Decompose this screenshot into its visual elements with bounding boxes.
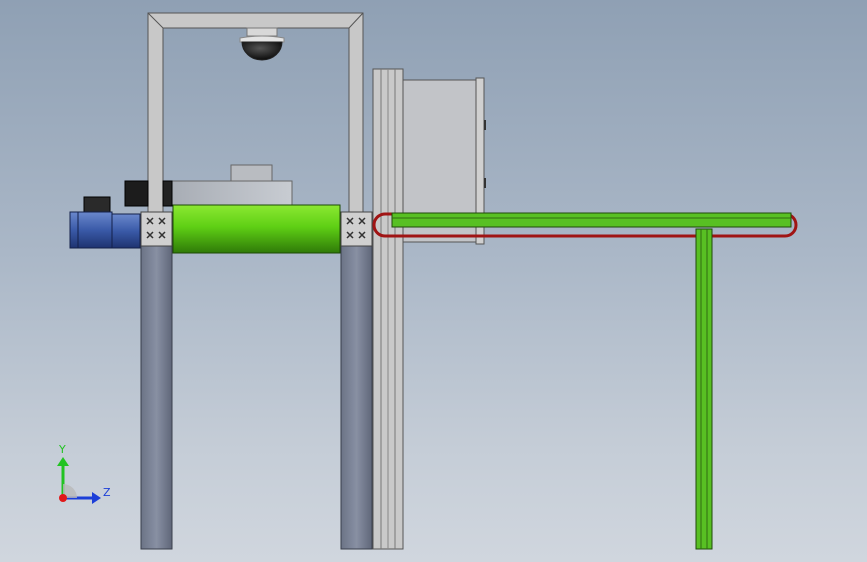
y-axis-arrowhead bbox=[57, 457, 69, 466]
y-axis-label: Y bbox=[59, 443, 66, 456]
conveyor-legs bbox=[140, 245, 373, 550]
coordinate-triad bbox=[57, 457, 101, 504]
assembly-drawing bbox=[57, 12, 798, 550]
side-conveyor-leg bbox=[695, 228, 713, 550]
main-roller bbox=[172, 204, 341, 254]
cad-viewport[interactable]: Y Z bbox=[0, 0, 867, 562]
z-axis-label: Z bbox=[103, 486, 111, 499]
z-axis-arrowhead bbox=[92, 492, 101, 504]
triad-origin bbox=[59, 494, 67, 502]
side-conveyor-beam bbox=[391, 212, 792, 228]
support-column bbox=[372, 68, 404, 550]
dome-camera bbox=[239, 27, 285, 61]
